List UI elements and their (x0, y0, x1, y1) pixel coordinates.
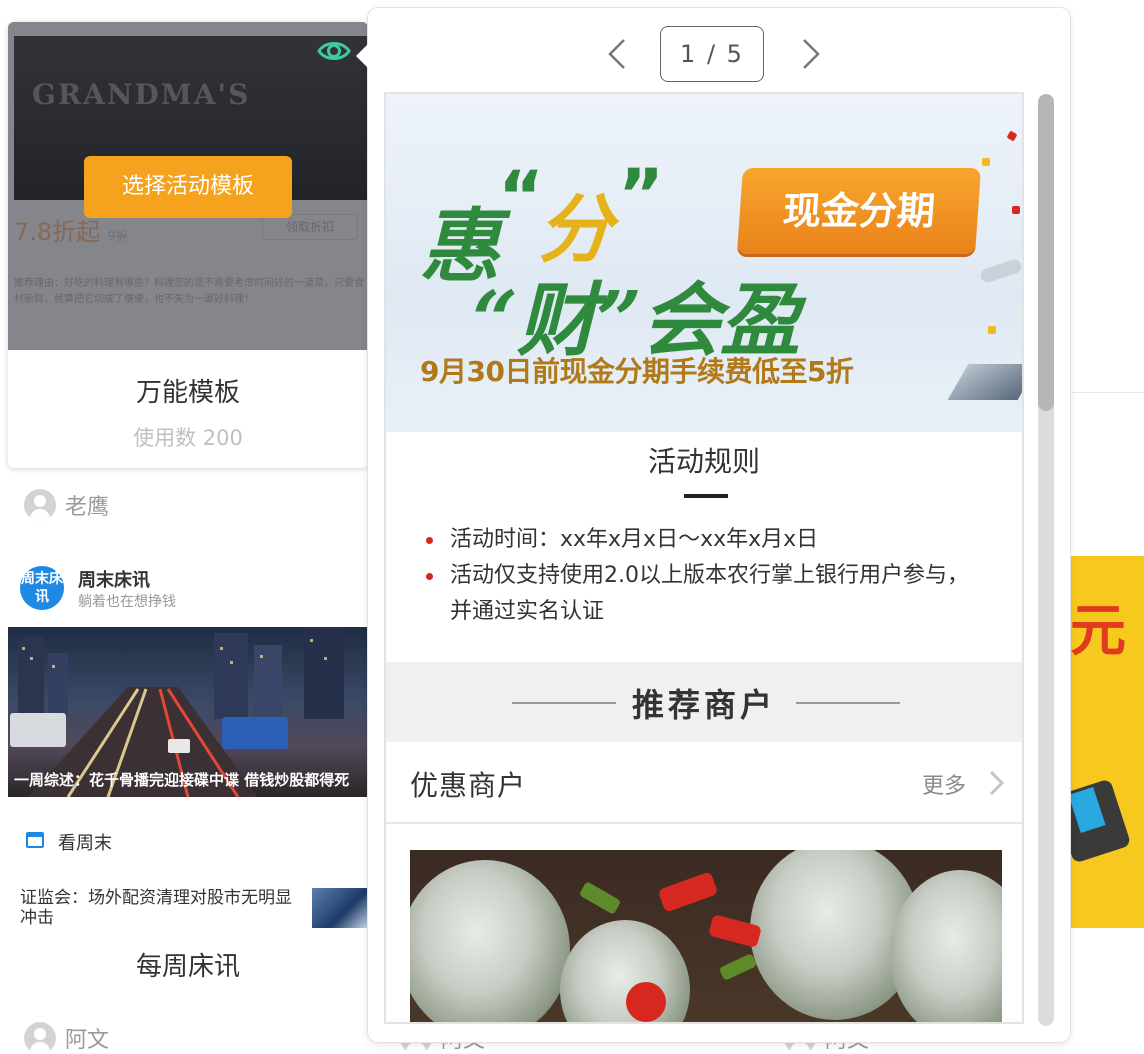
greens (718, 953, 758, 981)
plane-decoration (978, 257, 1022, 285)
confetti (982, 158, 990, 166)
oyster (410, 860, 570, 1022)
template-preview-popup: 1 / 5 “ 惠 分 ” “财”会盈 现金分期 9月30日前现金分期手续费低至… (368, 8, 1070, 1042)
news-logo: 周末床讯 (20, 566, 64, 610)
background-promo-banner: 元 (1066, 556, 1144, 928)
chevron-right-icon[interactable] (984, 768, 1008, 798)
confetti (988, 326, 996, 334)
news-cover-photo[interactable]: 一周综述：花千骨播完迎接碟中谍 借钱炒股都得死 (8, 627, 368, 797)
mobile-preview-frame[interactable]: “ 惠 分 ” “财”会盈 现金分期 9月30日前现金分期手续费低至5折 活动规… (384, 92, 1024, 1024)
scrollbar-thumb[interactable] (1038, 94, 1054, 411)
eye-icon[interactable] (316, 36, 352, 66)
oyster (560, 920, 690, 1022)
section-line-right (796, 702, 900, 704)
hero-banner: “ 惠 分 ” “财”会盈 现金分期 9月30日前现金分期手续费低至5折 (386, 94, 1022, 432)
author-name: 阿文 (65, 1028, 110, 1053)
page-indicator: 1 / 5 (660, 26, 764, 82)
confetti (1006, 130, 1018, 142)
chevron-left-icon[interactable] (600, 34, 640, 74)
chevron-right-icon[interactable] (788, 34, 828, 74)
template-card-universal[interactable]: GRANDMA'S 7.8折起 9折 领取折扣 推荐理由：好吃的料理有哪些？料理… (8, 22, 368, 468)
news-account-title: 周末床讯 (78, 570, 150, 591)
more-link[interactable]: 更多 (922, 768, 966, 800)
calendar-icon (26, 832, 44, 848)
rule-item: 活动时间：xx年x月x日～xx年x月x日 (426, 522, 986, 558)
user-avatar-icon (24, 489, 56, 521)
laptop-decoration (947, 364, 1022, 400)
merchant-divider (386, 822, 1022, 824)
merchant-title: 优惠商户 (410, 769, 527, 802)
author-name: 老鹰 (65, 495, 110, 520)
news-account-subtitle: 躺着也在想挣钱 (78, 594, 176, 610)
merchant-food-photo[interactable] (410, 850, 1002, 1022)
weekend-label: 看周末 (58, 833, 112, 854)
rules-title: 活动规则 (647, 445, 760, 478)
news-headline[interactable]: 证监会：场外配资清理对股市无明显冲击 (20, 888, 300, 928)
template-name: 万能模板 (135, 378, 240, 408)
background-divider (1070, 392, 1144, 393)
chili (657, 871, 719, 913)
confetti (1012, 206, 1020, 214)
recommended-section-title: 推荐商户 (631, 686, 776, 724)
rule-item: 活动仅支持使用2.0以上版本农行掌上银行用户参与，并通过实名认证 (426, 558, 986, 630)
popup-pointer (356, 44, 368, 68)
user-avatar-icon (24, 1022, 56, 1054)
headline-thumbnail (312, 888, 368, 928)
rules-underline (684, 494, 728, 498)
template-name-weekly: 每周床讯 (135, 952, 240, 982)
template-usage-count: 使用数 200 (133, 426, 243, 450)
chili (626, 982, 666, 1022)
template-preview-thumbnail: GRANDMA'S 7.8折起 9折 领取折扣 推荐理由：好吃的料理有哪些？料理… (8, 22, 368, 350)
hero-tag-cash-installment: 现金分期 (736, 168, 982, 254)
hero-subtitle: 9月30日前现金分期手续费低至5折 (420, 355, 854, 388)
select-template-button[interactable]: 选择活动模板 (84, 156, 292, 218)
greens (578, 881, 622, 915)
news-photo-caption: 一周综述：花千骨播完迎接碟中谍 借钱炒股都得死 (14, 771, 350, 789)
preview-scrollbar[interactable] (1038, 94, 1054, 1026)
banner-char: 元 (1070, 599, 1126, 664)
author-row: 老鹰 (24, 489, 109, 521)
hero-quote-close: ” (618, 154, 665, 236)
author-row-2: 阿文 (24, 1022, 109, 1054)
